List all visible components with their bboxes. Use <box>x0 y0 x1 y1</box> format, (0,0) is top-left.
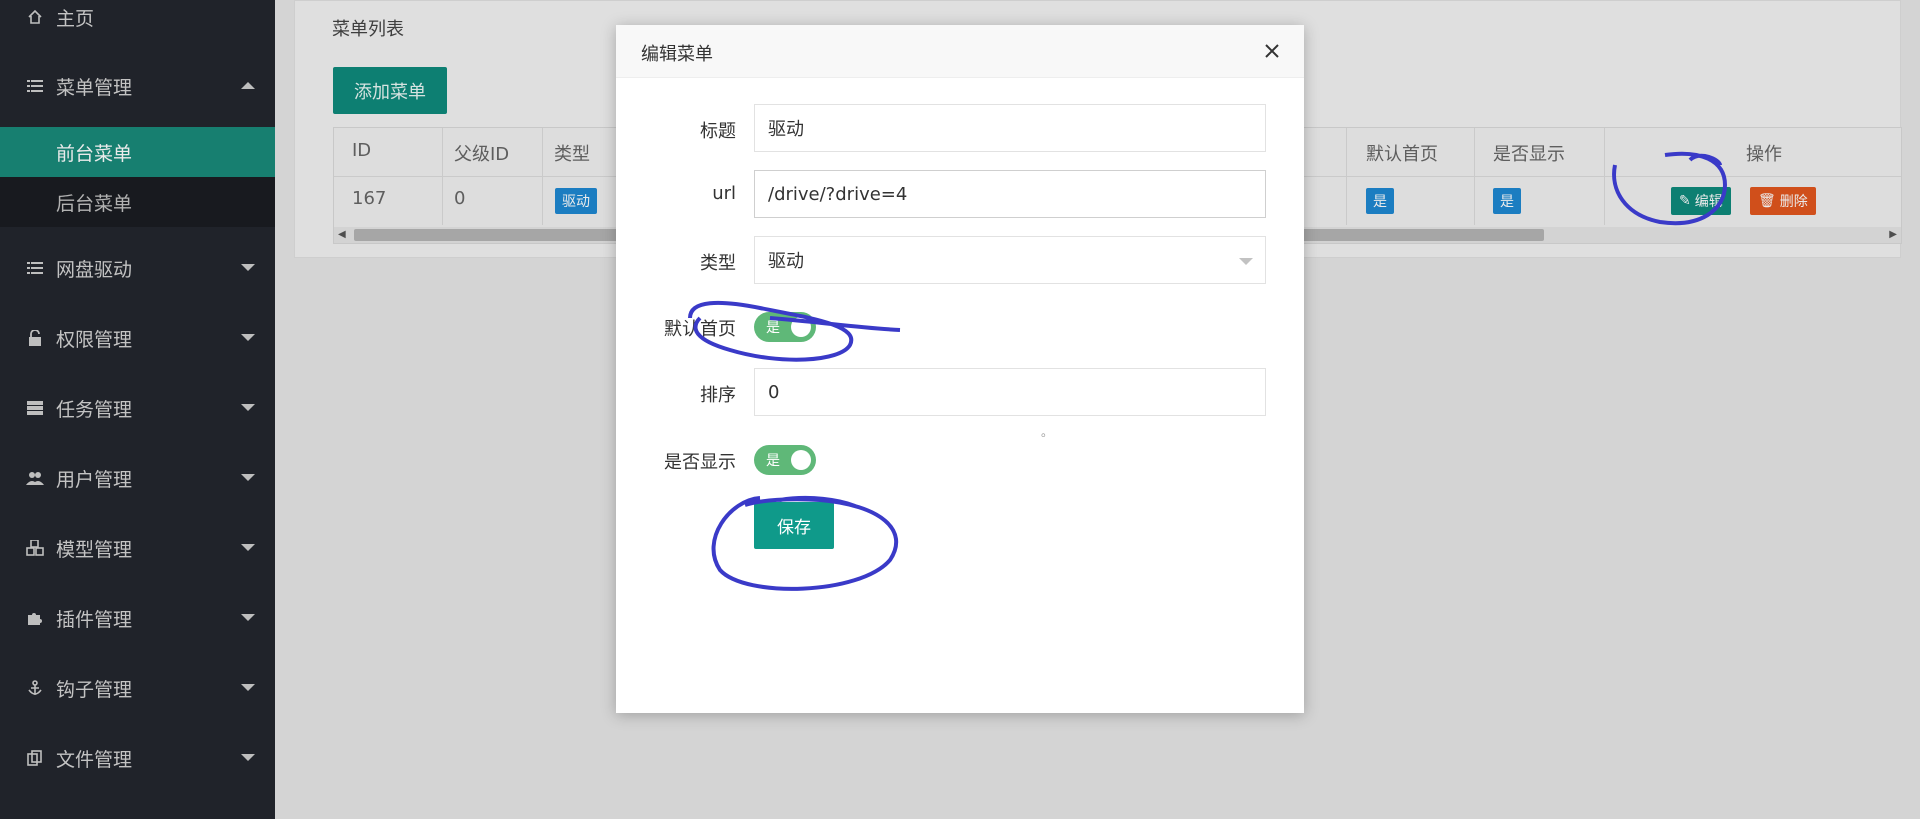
modal-title: 编辑菜单 <box>641 44 713 65</box>
title-input[interactable] <box>754 104 1266 152</box>
switch-text: 是 <box>766 453 780 469</box>
type-label: 类型 <box>700 253 736 274</box>
sort-input[interactable] <box>754 368 1266 416</box>
type-select[interactable]: 驱动 <box>754 236 1266 284</box>
edit-menu-modal: 编辑菜单 标题 url 类型 驱动 默认首页 是 排序 。 是否显示 是 保存 <box>616 25 1304 713</box>
default-home-switch[interactable]: 是 <box>754 312 816 342</box>
switch-text: 是 <box>766 320 780 336</box>
sort-hint: 。 <box>1041 425 1054 439</box>
chevron-down-icon <box>1239 258 1253 265</box>
close-button[interactable] <box>1258 37 1286 65</box>
title-label: 标题 <box>700 121 736 142</box>
modal-header: 编辑菜单 <box>616 25 1304 78</box>
close-icon <box>1265 44 1279 58</box>
is-show-label: 是否显示 <box>664 452 736 473</box>
sort-label: 排序 <box>700 385 736 406</box>
default-home-label: 默认首页 <box>664 319 736 340</box>
url-input[interactable] <box>754 170 1266 218</box>
type-select-value: 驱动 <box>768 251 804 272</box>
is-show-switch[interactable]: 是 <box>754 445 816 475</box>
switch-knob <box>791 317 811 337</box>
url-label: url <box>712 183 736 204</box>
save-button[interactable]: 保存 <box>754 502 834 549</box>
switch-knob <box>791 450 811 470</box>
